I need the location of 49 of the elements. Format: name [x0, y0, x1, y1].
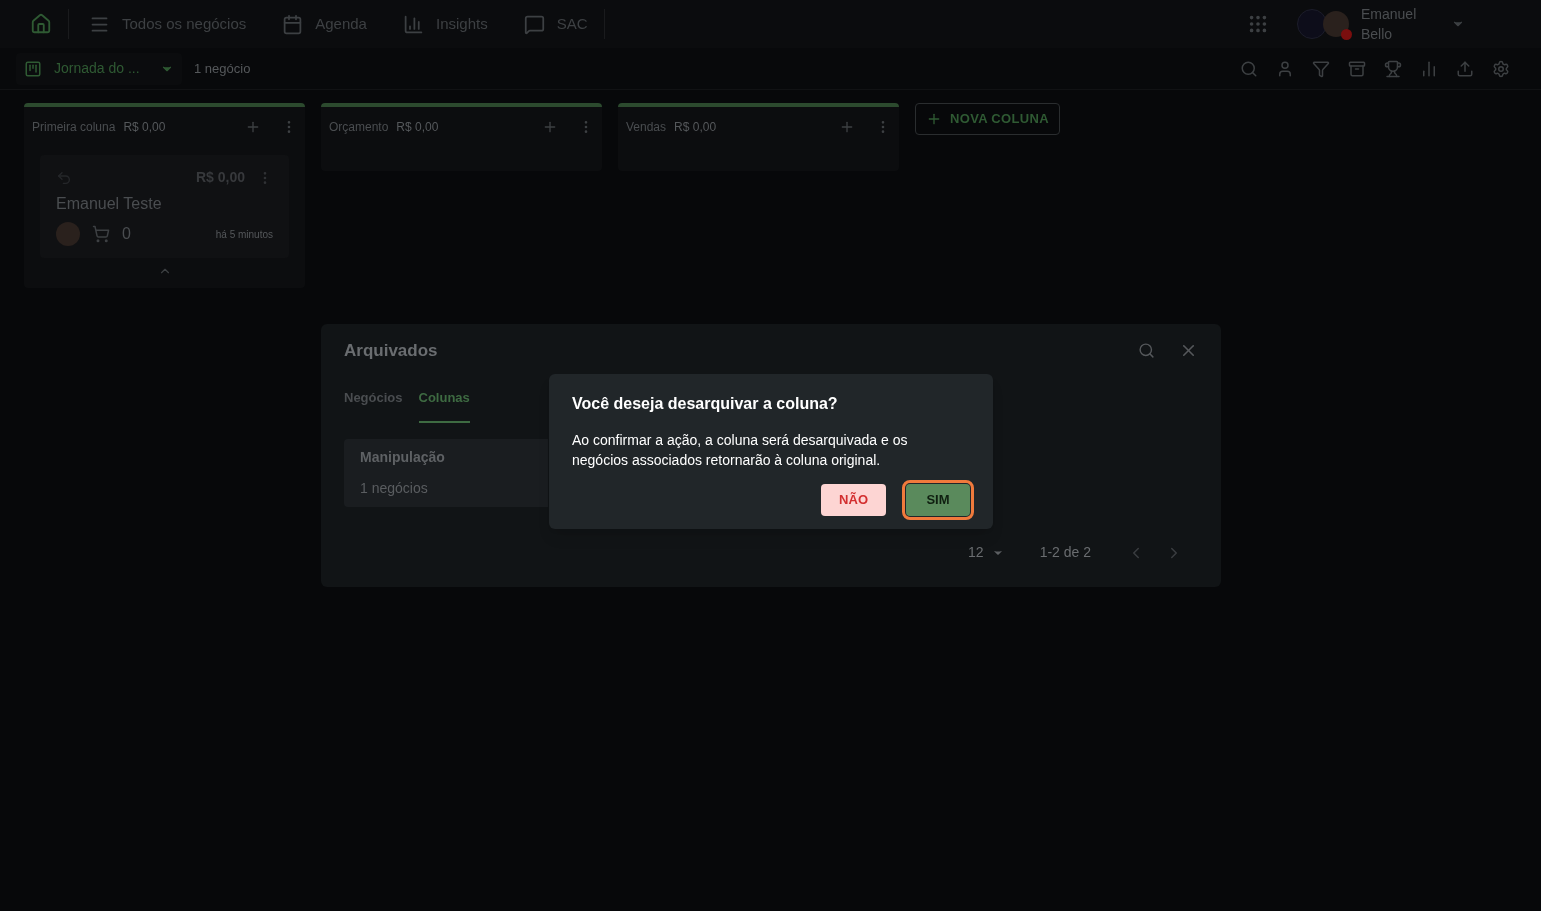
home-icon [30, 13, 52, 35]
archived-column-count: 1 negócios [360, 479, 428, 498]
no-button[interactable]: NÃO [821, 484, 886, 516]
search-icon[interactable] [1240, 59, 1258, 78]
user-last-name: Bello [1361, 25, 1394, 44]
bar-chart-icon[interactable] [1420, 59, 1438, 78]
user-first-name: Emanuel [1361, 5, 1418, 24]
calendar-icon [282, 13, 304, 35]
logo-avatar [1297, 9, 1327, 39]
confirm-message: Ao confirmar a ação, a coluna será desarquivada e os negócios associados retornarão à coluna original. [572, 431, 909, 470]
filter-icon[interactable] [1312, 59, 1330, 78]
column-total: R$ 0,00 [396, 119, 439, 136]
search-icon[interactable] [1138, 342, 1155, 360]
avatar [1323, 11, 1349, 37]
settings-icon[interactable] [1492, 59, 1510, 78]
add-icon[interactable] [245, 119, 261, 135]
trophy-icon[interactable] [1384, 59, 1402, 78]
tab[interactable]: Colunas [418, 387, 470, 423]
archived-column-item[interactable]: Manipulação 1 negócios [344, 439, 548, 507]
deal-count: 1 negócio [194, 59, 251, 78]
upload-icon[interactable] [1456, 59, 1474, 78]
apps-icon[interactable] [1247, 13, 1269, 35]
user-icon[interactable] [1276, 59, 1294, 78]
per-page-value[interactable]: 12 [968, 542, 984, 563]
pagination-range: 1-2 de 2 [1039, 543, 1091, 562]
deal-title: Emanuel Teste [56, 194, 163, 214]
avatar [56, 222, 80, 246]
return-arrow-icon [56, 169, 72, 186]
dialog-title: Arquivados [344, 340, 438, 362]
archive-icon[interactable] [1348, 59, 1366, 78]
column-total: R$ 0,00 [674, 119, 717, 136]
archived-column-name: Manipulação [360, 448, 445, 467]
column-name: Primeira coluna [32, 119, 116, 136]
add-icon[interactable] [839, 119, 855, 135]
bar-chart-icon [402, 13, 424, 35]
chat-icon [523, 13, 545, 35]
deal-time: há 5 minutos [215, 227, 273, 242]
tab[interactable]: Negócios [344, 387, 403, 423]
add-icon[interactable] [542, 119, 558, 135]
column-name: Orçamento [329, 119, 389, 136]
column-name: Vendas [626, 119, 667, 136]
confirm-title: Você deseja desarquivar a coluna? [572, 394, 839, 414]
add-icon [926, 111, 942, 127]
home-button[interactable] [30, 9, 69, 39]
product-count: 0 [122, 224, 131, 244]
new-column-button[interactable]: NOVA COLUNA [915, 103, 1060, 135]
cart-icon [92, 225, 110, 243]
kanban-icon [24, 59, 42, 78]
column-total: R$ 0,00 [123, 119, 166, 136]
